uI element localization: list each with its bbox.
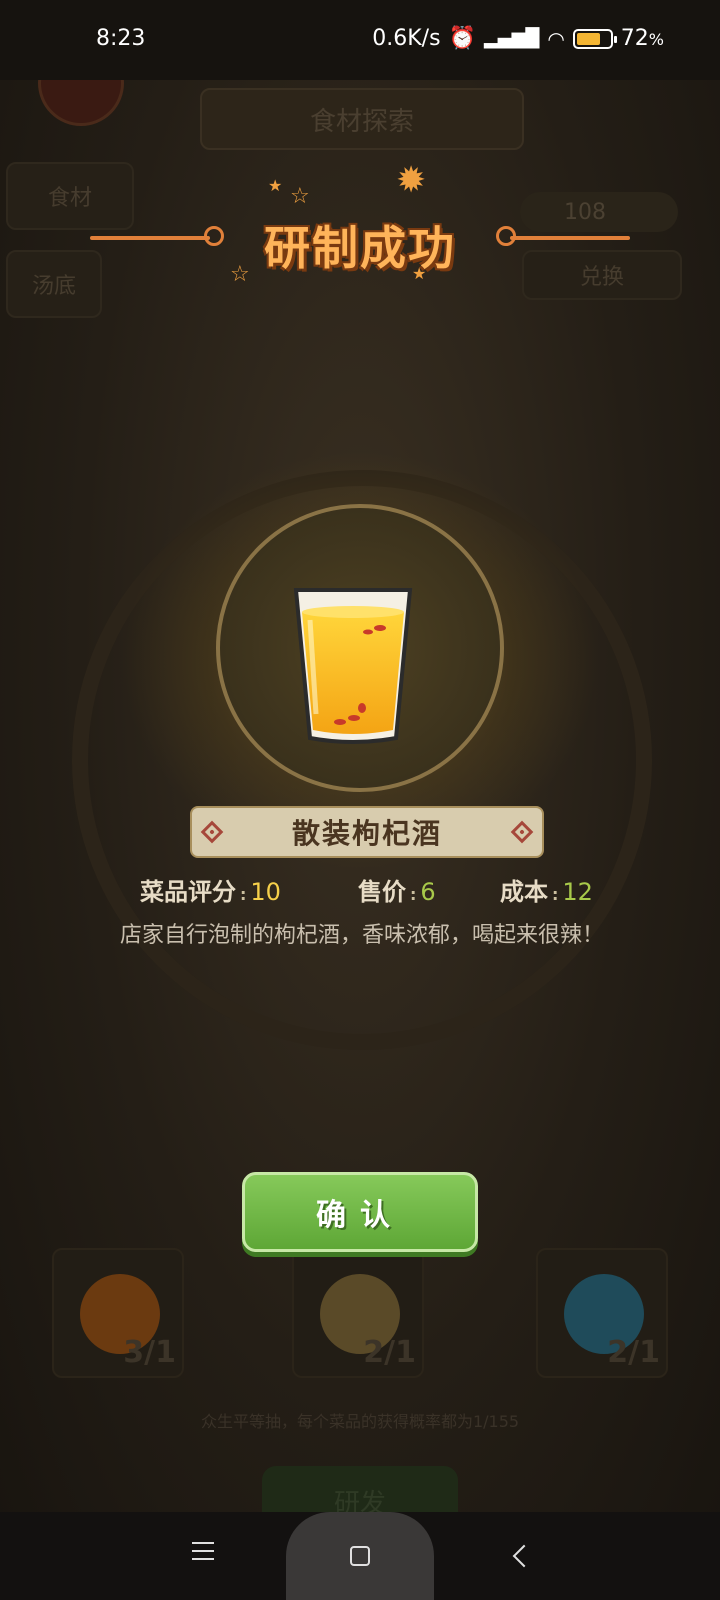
dish-name-banner: 散装枸杞酒 xyxy=(190,806,544,858)
cost-value: 12 xyxy=(562,878,593,906)
slot-count: 2/1 xyxy=(607,1335,660,1370)
dish-description: 店家自行泡制的枸杞酒，香味浓郁，喝起来很辣！ xyxy=(119,923,604,948)
panel-title: 食材探索 xyxy=(200,88,524,150)
wifi-icon: ◠ xyxy=(547,26,565,51)
goji-wine-glass-icon xyxy=(293,588,413,744)
network-speed: 0.6K/s xyxy=(372,26,441,51)
rating-stat: 菜品评分:10 xyxy=(140,878,281,906)
slot-count: 2/1 xyxy=(363,1335,416,1370)
star-icon: ☆ xyxy=(290,184,310,209)
status-bar: 8:23 0.6K/s ⏰ ▂▄▆█ ◠ 72% xyxy=(0,0,720,80)
ingredient-slot: 2/1 xyxy=(536,1248,668,1378)
price-stat: 售价:6 xyxy=(358,878,436,906)
success-title: 研制成功 xyxy=(264,221,456,275)
slot-count: 3/1 xyxy=(123,1335,176,1370)
rating-value: 10 xyxy=(250,878,281,906)
cost-stat: 成本:12 xyxy=(500,878,593,906)
rating-label: 菜品评分 xyxy=(140,878,236,906)
starburst-icon: ✹ xyxy=(396,160,427,201)
alarm-icon: ⏰ xyxy=(448,26,476,51)
confirm-button[interactable]: 确认 xyxy=(242,1172,478,1252)
price-label: 售价 xyxy=(358,878,406,906)
probability-hint: 众生平等抽，每个菜品的获得概率都为1/155 xyxy=(200,1412,520,1431)
diamond-ornament-icon xyxy=(510,820,534,844)
ingredient-slot: 2/1 xyxy=(292,1248,424,1378)
battery-percent: 72% xyxy=(620,26,664,51)
dish-name: 散装枸杞酒 xyxy=(291,817,442,850)
star-icon: ★ xyxy=(268,176,283,195)
price-value: 6 xyxy=(420,878,436,906)
cost-label: 成本 xyxy=(500,878,548,906)
home-icon[interactable] xyxy=(350,1546,370,1566)
hd-signal-icon: ▂▄▆█ xyxy=(483,28,540,49)
ingredient-slot: 3/1 xyxy=(52,1248,184,1378)
status-time: 8:23 xyxy=(96,26,146,51)
diamond-ornament-icon xyxy=(200,820,224,844)
battery-icon xyxy=(572,28,617,49)
menu-icon[interactable] xyxy=(192,1542,214,1560)
